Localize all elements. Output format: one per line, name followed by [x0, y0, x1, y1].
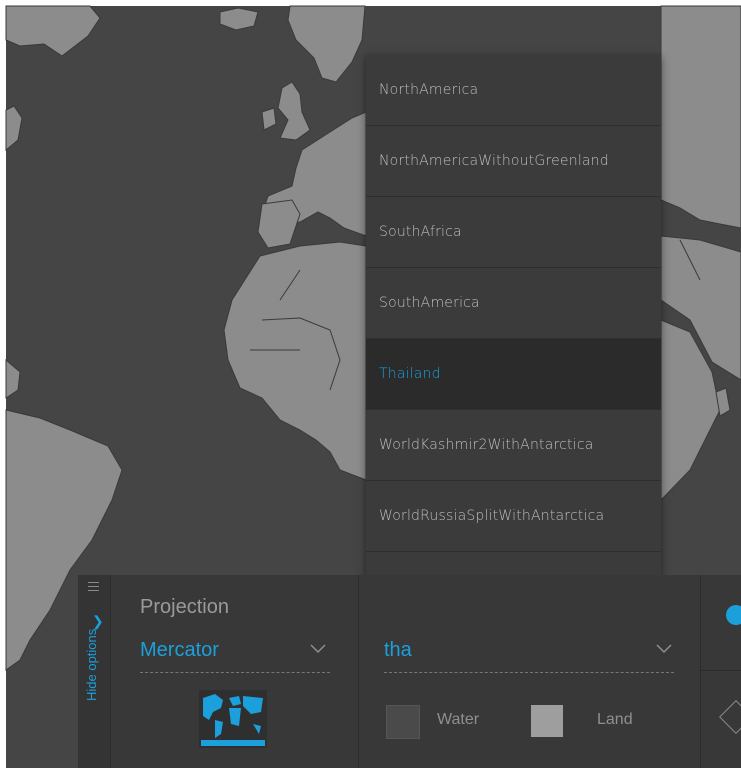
- projection-thumbnail: [199, 690, 267, 748]
- map-search-input[interactable]: [384, 637, 654, 663]
- panel-divider: [700, 575, 701, 768]
- panel-divider: [701, 670, 741, 671]
- panel-divider: [358, 575, 359, 768]
- dropdown-option-world-kashmir2-with-antarctica[interactable]: WorldKashmir2WithAntarctica: [366, 410, 661, 481]
- chevron-down-icon[interactable]: [310, 641, 326, 657]
- map-dropdown-list[interactable]: NorthAmerica NorthAmericaWithoutGreenlan…: [366, 55, 661, 627]
- land-color-swatch[interactable]: [531, 705, 563, 737]
- dropdown-option-south-africa[interactable]: SouthAfrica: [366, 197, 661, 268]
- projection-underline: [140, 672, 330, 673]
- projection-label: Projection: [140, 596, 229, 618]
- water-color-swatch[interactable]: [386, 705, 420, 739]
- land-label: Land: [597, 711, 633, 728]
- dropdown-option-north-america[interactable]: NorthAmerica: [366, 55, 661, 126]
- hamburger-icon[interactable]: [88, 582, 99, 594]
- search-underline: [384, 672, 674, 673]
- chevron-down-icon[interactable]: [656, 641, 672, 657]
- water-label: Water: [437, 711, 480, 728]
- dropdown-option-world-russia-split-with-antarctica[interactable]: WorldRussiaSplitWithAntarctica: [366, 481, 661, 552]
- hide-options-toggle[interactable]: ❯ Hide options: [78, 575, 111, 768]
- diamond-icon[interactable]: [719, 700, 741, 734]
- options-panel: ❯ Hide options Projection Mercator Water…: [78, 575, 741, 768]
- dropdown-option-thailand[interactable]: Thailand: [366, 339, 661, 410]
- hide-options-label[interactable]: Hide options: [84, 611, 102, 701]
- projection-select[interactable]: Mercator: [140, 639, 219, 662]
- toggle-dot[interactable]: [726, 605, 741, 625]
- dropdown-option-south-america[interactable]: SouthAmerica: [366, 268, 661, 339]
- dropdown-option-north-america-without-greenland[interactable]: NorthAmericaWithoutGreenland: [366, 126, 661, 197]
